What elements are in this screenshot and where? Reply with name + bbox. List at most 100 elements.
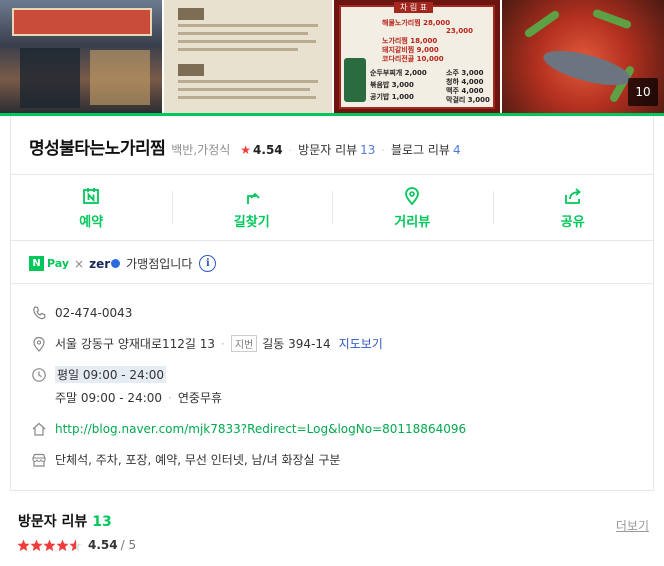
address-row: 서울 강동구 양재대로112길 13 · 지번 길동 394-14 지도보기 bbox=[31, 335, 641, 352]
star-icon bbox=[43, 539, 56, 551]
hours-weekday-row: 평일 09:00 - 24:00 bbox=[31, 366, 641, 383]
action-bar: 예약 길찾기 거리뷰 공유 bbox=[11, 175, 653, 240]
star-icon: ★ bbox=[240, 143, 252, 157]
text-heading-block bbox=[178, 64, 204, 76]
amenities-text: 단체석, 주차, 포장, 예약, 무선 인터넷, 남/녀 화장실 구분 bbox=[55, 453, 341, 467]
zero-pay-logo: zer bbox=[89, 256, 121, 271]
food-garnish bbox=[591, 8, 633, 30]
menu-story-photo[interactable] bbox=[164, 0, 332, 113]
review-out-of: / 5 bbox=[120, 538, 137, 552]
phone-row: 02-474-0043 bbox=[31, 305, 641, 321]
blog-reviews-link[interactable]: 블로그 리뷰 4 bbox=[391, 141, 461, 158]
separator: · bbox=[288, 144, 293, 157]
street-view-label: 거리뷰 bbox=[394, 214, 431, 230]
hours-weekend: 주말 09:00 - 24:00 bbox=[55, 391, 163, 405]
food-garnish bbox=[523, 9, 561, 39]
menu-row: 공기밥 1,000 bbox=[370, 93, 414, 101]
separator: · bbox=[381, 144, 385, 157]
directions-icon bbox=[246, 192, 260, 204]
place-info-card: 명성불타는노가리찜 백반,가정식 ★ 4.54 · 방문자 리뷰 13 · 블로그… bbox=[10, 116, 654, 491]
photo-count-badge[interactable]: 10 bbox=[628, 78, 658, 106]
road-address: 서울 강동구 양재대로112길 13 bbox=[55, 337, 216, 351]
naver-pay-text: Pay bbox=[47, 257, 70, 270]
clock-icon bbox=[32, 367, 46, 382]
text-line bbox=[178, 88, 310, 91]
star-icon bbox=[56, 539, 69, 551]
homepage-link[interactable]: http://blog.naver.com/mjk7833?Redirect=L… bbox=[55, 422, 466, 436]
booking-label: 예약 bbox=[79, 214, 104, 230]
menu-row: 23,000 bbox=[446, 27, 474, 35]
menu-board-photo[interactable]: 차 림 표 해물노가리찜 28,000 23,000 노가리찜 18,000 돼… bbox=[334, 0, 500, 113]
street-view-icon bbox=[405, 186, 420, 205]
storefront-door bbox=[20, 48, 80, 108]
place-rating: 4.54 bbox=[253, 143, 283, 157]
hours-note: 연중무휴 bbox=[177, 391, 223, 405]
star-rating bbox=[17, 539, 82, 552]
home-icon bbox=[32, 422, 46, 436]
text-line bbox=[178, 40, 316, 43]
pay-description: 가맹점입니다 bbox=[126, 257, 193, 271]
jibeon-address: 길동 394-14 bbox=[262, 337, 331, 351]
food-photo[interactable]: 10 bbox=[502, 0, 664, 113]
menu-row: 순두부찌개 2,000 bbox=[370, 69, 427, 77]
storefront-sign bbox=[12, 8, 152, 36]
visitor-reviews-link[interactable]: 방문자 리뷰 13 bbox=[298, 141, 375, 158]
location-pin-icon bbox=[33, 336, 45, 352]
share-button[interactable]: 공유 bbox=[492, 175, 654, 240]
text-line bbox=[178, 24, 318, 27]
menu-row: 해물노가리찜 28,000 bbox=[382, 19, 451, 27]
storefront-photo[interactable] bbox=[0, 0, 162, 113]
phone-icon bbox=[33, 306, 46, 320]
food-fish bbox=[540, 43, 634, 93]
menu-side-panel bbox=[344, 58, 366, 102]
star-icon bbox=[17, 539, 30, 551]
naver-pay-row: N Pay × zer 가맹점입니다 i bbox=[29, 255, 217, 272]
visitor-review-heading: 방문자 리뷰 13 bbox=[18, 511, 112, 531]
place-category: 백반,가정식 bbox=[171, 143, 231, 157]
hours-weekday: 평일 09:00 - 24:00 bbox=[55, 366, 167, 383]
directions-label: 길찾기 bbox=[233, 214, 270, 230]
storefront-window bbox=[90, 50, 150, 105]
place-title-row: 명성불타는노가리찜 백반,가정식 ★ 4.54 · 방문자 리뷰 13 · 블로그… bbox=[29, 134, 461, 159]
street-view-button[interactable]: 거리뷰 bbox=[332, 175, 493, 240]
info-icon[interactable]: i bbox=[199, 255, 217, 272]
share-label: 공유 bbox=[560, 214, 585, 230]
naver-pay-logo-icon: N bbox=[29, 256, 44, 271]
text-line bbox=[178, 80, 318, 83]
phone-number[interactable]: 02-474-0043 bbox=[55, 306, 132, 320]
menu-row: 막걸리 3,000 bbox=[446, 96, 490, 104]
visitor-review-title: 방문자 리뷰 bbox=[18, 514, 88, 530]
visitor-reviews-count: 13 bbox=[360, 143, 376, 157]
menu-row: 코다리전골 10,000 bbox=[382, 55, 444, 63]
hours-weekend-row: 주말 09:00 - 24:00 · 연중무휴 bbox=[55, 389, 664, 406]
more-link[interactable]: 더보기 bbox=[616, 517, 649, 534]
text-line bbox=[178, 96, 316, 99]
star-icon bbox=[30, 539, 43, 551]
star-icon bbox=[69, 539, 82, 551]
blog-reviews-count: 4 bbox=[452, 143, 461, 157]
times-separator: × bbox=[74, 256, 85, 271]
visitor-reviews-label: 방문자 리뷰 bbox=[298, 143, 358, 157]
photo-gallery[interactable]: 차 림 표 해물노가리찜 28,000 23,000 노가리찜 18,000 돼… bbox=[0, 0, 664, 113]
menu-row: 볶음밥 3,000 bbox=[370, 81, 414, 89]
view-map-link[interactable]: 지도보기 bbox=[339, 335, 383, 352]
menu-board-title: 차 림 표 bbox=[394, 2, 434, 13]
directions-button[interactable]: 길찾기 bbox=[171, 175, 333, 240]
separator: · bbox=[221, 336, 225, 351]
review-score: 4.54 bbox=[88, 538, 118, 552]
zero-pay-dot-icon bbox=[111, 258, 121, 268]
divider bbox=[11, 283, 653, 284]
naver-booking-icon bbox=[83, 187, 100, 204]
text-line bbox=[178, 32, 308, 35]
jibeon-badge: 지번 bbox=[230, 335, 258, 352]
separator: · bbox=[168, 390, 172, 405]
amenities-row: 단체석, 주차, 포장, 예약, 무선 인터넷, 남/녀 화장실 구분 bbox=[31, 451, 641, 468]
booking-button[interactable]: 예약 bbox=[11, 175, 172, 240]
homepage-row: http://blog.naver.com/mjk7833?Redirect=L… bbox=[31, 421, 641, 437]
text-heading-block bbox=[178, 8, 204, 20]
blog-reviews-label: 블로그 리뷰 bbox=[390, 143, 450, 157]
zero-pay-text: zer bbox=[89, 256, 111, 271]
visitor-review-count: 13 bbox=[92, 514, 112, 530]
review-rating-row: 4.54 / 5 bbox=[17, 538, 136, 552]
store-icon bbox=[32, 453, 46, 467]
